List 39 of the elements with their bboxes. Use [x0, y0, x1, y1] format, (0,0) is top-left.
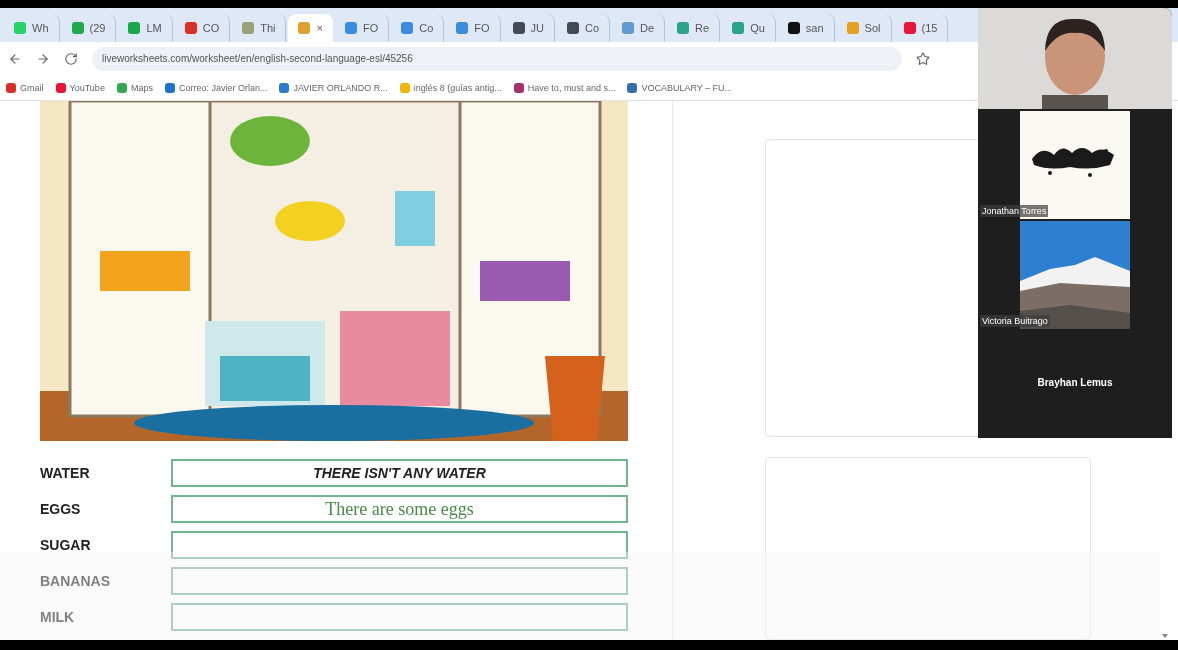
star-icon[interactable] — [916, 51, 930, 66]
tab-title: Wh — [32, 22, 49, 34]
tab-title: LM — [146, 22, 162, 34]
bookmark[interactable]: YouTube — [55, 82, 105, 93]
bookmark-label: YouTube — [69, 82, 105, 93]
tab-title: Co — [585, 22, 600, 34]
browser-tab[interactable]: × — [288, 14, 333, 42]
reload-icon[interactable] — [64, 51, 78, 66]
participant-name: Jonathan Torres — [980, 205, 1049, 217]
tab-title: (15 — [921, 22, 938, 34]
tab-title: Co — [419, 22, 434, 34]
tab-title: JU — [530, 22, 544, 34]
item-label: BANANAS — [40, 573, 111, 589]
answer-box[interactable]: THERE ISN'T ANY WATER — [171, 459, 628, 487]
participant-name: Victoria Buitrago — [980, 315, 1050, 327]
bookmark-label: Gmail — [20, 82, 44, 93]
tab-title: Qu — [750, 22, 765, 34]
forward-icon[interactable] — [36, 51, 50, 66]
answer-box[interactable]: There are some eggs — [171, 495, 628, 523]
tab-title: Sol — [864, 22, 881, 34]
participant-name: Brayhan Lemus — [1037, 377, 1113, 388]
tab-title: CO — [202, 22, 220, 34]
item-label: MILK — [40, 609, 76, 625]
bookmark[interactable]: Gmail — [6, 82, 44, 93]
bookmark-label: Maps — [130, 82, 153, 93]
item-label: SUGAR — [40, 537, 92, 553]
tab-title: FO — [474, 22, 490, 34]
tab-title: × — [316, 22, 323, 34]
address-bar[interactable]: liveworksheets.com/worksheet/en/english-second-language-esl/45256 — [92, 46, 902, 71]
tab-title: san — [805, 22, 824, 34]
bookmark[interactable]: Maps — [116, 82, 153, 93]
tab-title: De — [640, 22, 655, 34]
tab-title: Re — [695, 22, 710, 34]
item-label: WATER — [40, 465, 91, 481]
item-label: EGGS — [40, 501, 82, 517]
tab-title: Thi — [260, 22, 276, 34]
tab-title: (29 — [89, 22, 106, 34]
tab-title: FO — [362, 22, 379, 34]
back-icon[interactable] — [8, 51, 22, 66]
